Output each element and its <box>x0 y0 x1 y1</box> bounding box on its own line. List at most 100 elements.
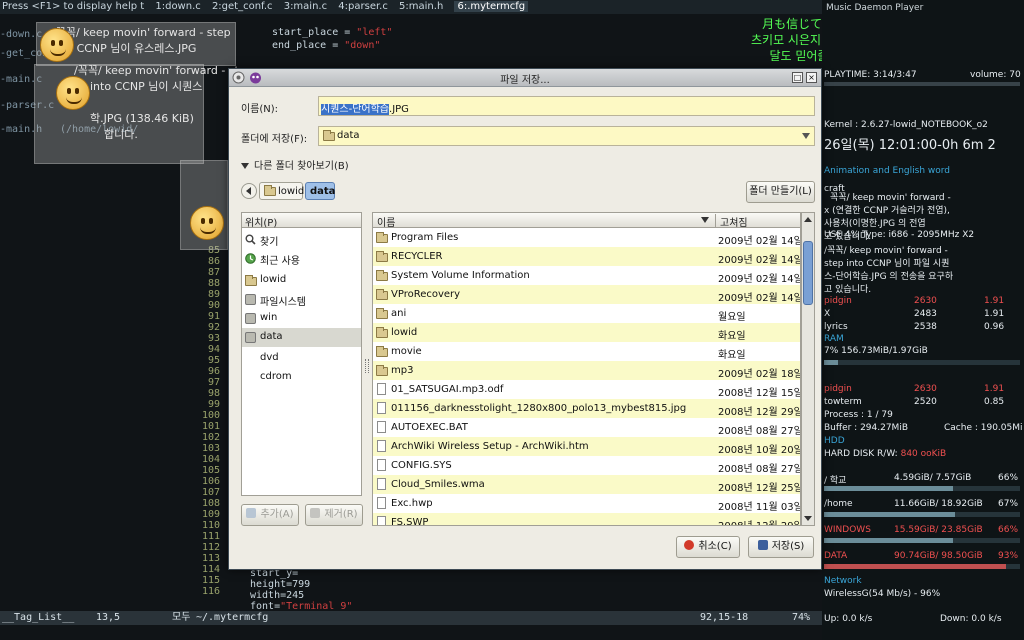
file-row[interactable]: Cloud_Smiles.wma 2008년 12월 25일 <box>373 475 800 494</box>
cancel-button[interactable]: 취소(C) <box>676 536 740 558</box>
file-name: mp3 <box>391 365 414 376</box>
add-place-button[interactable]: 추가(A) <box>241 504 299 526</box>
place-label: 최근 사용 <box>260 256 300 267</box>
file-name: lowid <box>391 327 418 338</box>
line-number: 108 <box>201 498 220 509</box>
file-name: ArchWiki Wireless Setup - ArchWiki.htm <box>391 441 589 452</box>
conky-msg: 스-단어학습.JPG 의 전송을 요구하 <box>824 272 954 282</box>
process-count: Process : 1 / 79 <box>824 410 893 420</box>
file-row[interactable]: ani 월요일 <box>373 304 800 323</box>
drive-icon <box>245 294 256 305</box>
file-modified: 화요일 <box>718 350 746 361</box>
place-label: 파일시스템 <box>260 297 306 308</box>
file-row[interactable]: 01_SATSUGAI.mp3.odf 2008년 12월 15일 <box>373 380 800 399</box>
place-recent[interactable]: 최근 사용 <box>242 249 361 268</box>
file-icon <box>377 459 386 471</box>
line-number: 98 <box>207 388 220 399</box>
vim-tab-main-h[interactable]: 5:main.h <box>399 1 443 12</box>
name-label: 이름(N): <box>241 104 279 115</box>
place-filesystem[interactable]: 파일시스템 <box>242 290 361 309</box>
file-row[interactable]: CONFIG.SYS 2008년 08월 27일 <box>373 456 800 475</box>
status-mode: 모두 <box>172 612 191 623</box>
file-row[interactable]: AUTOEXEC.BAT 2008년 08월 27일 <box>373 418 800 437</box>
dialog-titlebar[interactable]: 파일 저장... □ × <box>229 69 821 87</box>
plus-icon <box>246 508 257 518</box>
folder-icon <box>323 130 335 141</box>
vim-tab-main-c[interactable]: 3:main.c <box>284 1 327 12</box>
breadcrumb-data[interactable]: data <box>305 182 335 200</box>
save-button[interactable]: 저장(S) <box>748 536 814 558</box>
scroll-down-icon[interactable] <box>804 516 812 521</box>
line-number: 92 <box>207 322 220 333</box>
place-cdrom[interactable]: cdrom <box>242 368 361 387</box>
vim-tab-parser[interactable]: 4:parser.c <box>338 1 388 12</box>
file-row[interactable]: Program Files 2009년 02월 14일 <box>373 228 800 247</box>
place-search[interactable]: 찾기 <box>242 230 361 249</box>
line-number: 87 <box>207 267 220 278</box>
path-back-button[interactable] <box>241 183 257 199</box>
maximize-button[interactable]: □ <box>792 72 803 83</box>
folder-icon <box>376 308 388 319</box>
place-dvd[interactable]: dvd <box>242 349 361 368</box>
file-row[interactable]: lowid 화요일 <box>373 323 800 342</box>
remove-place-button[interactable]: 제거(R) <box>305 504 363 526</box>
place-data[interactable]: data <box>242 328 361 347</box>
code-line: end_place = "down" <box>272 40 381 51</box>
column-modified-header[interactable]: 고쳐짐 <box>715 214 748 229</box>
file-row[interactable]: movie 화요일 <box>373 342 800 361</box>
vim-tab-down[interactable]: 1:down.c <box>155 1 200 12</box>
scrollbar-thumb[interactable] <box>803 241 813 305</box>
file-row[interactable]: RECYCLER 2009년 02월 14일 <box>373 247 800 266</box>
create-folder-button[interactable]: 폴더 만들기(L) <box>746 181 815 203</box>
filename-input[interactable]: 시퀀스-단어학습.JPG <box>318 96 815 116</box>
file-row[interactable]: Exc.hwp 2008년 11월 03일 <box>373 494 800 513</box>
line-number: 95 <box>207 355 220 366</box>
breadcrumb-label: data <box>310 186 336 197</box>
file-name: 011156_darknesstolight_1280x800_polo13_m… <box>391 403 687 414</box>
vim-tab-get-conf[interactable]: 2:get_conf.c <box>212 1 273 12</box>
cpu-info: USE 4% Type: i686 - 2095MHz X2 <box>824 230 975 240</box>
file-icon <box>377 497 386 509</box>
disk-bar <box>824 538 1020 543</box>
vim-tab-mytermcfg[interactable]: 6:.mytermcfg <box>454 1 529 12</box>
process-value: 1.91 <box>984 309 1005 319</box>
download-speed: Down: 0.0 k/s <box>940 614 1002 624</box>
conky-panel: Music Daemon Player PLAYTIME: 3:14/3:47 … <box>822 0 1024 640</box>
line-number: 116 <box>201 586 220 597</box>
folder-icon <box>376 365 388 376</box>
file-name: AUTOEXEC.BAT <box>391 422 468 433</box>
vim-tab-help[interactable]: Press <F1> to display help t <box>2 1 144 12</box>
pane-resize-handle[interactable] <box>365 359 369 373</box>
volume: volume: 70 <box>970 70 1021 80</box>
breadcrumb-lowid[interactable]: lowid <box>259 182 304 200</box>
save-folder-combo[interactable]: data <box>318 126 815 146</box>
file-row[interactable]: 011156_darknesstolight_1280x800_polo13_m… <box>373 399 800 418</box>
file-row[interactable]: ArchWiki Wireless Setup - ArchWiki.htm 20… <box>373 437 800 456</box>
notification-text: into CCNP 님이 시퀀스 <box>90 80 203 93</box>
file-row[interactable]: mp3 2009년 02월 18일 <box>373 361 800 380</box>
status-percent: 74% <box>792 612 811 623</box>
conky-msg: x (연결한 CCNP 거슬러가 전엽), <box>824 206 950 216</box>
wireless-info: WirelessG(54 Mb/s) - 96% <box>824 589 941 599</box>
places-header[interactable]: 위치(P) <box>241 212 362 229</box>
filename-selection: 시퀀스-단어학습 <box>321 104 390 115</box>
close-button[interactable]: × <box>806 72 817 83</box>
file-modified: 화요일 <box>718 331 746 342</box>
status-pos-left: 13,5 <box>96 612 121 623</box>
column-name-header[interactable]: 이름 <box>377 214 395 229</box>
line-number: 94 <box>207 344 220 355</box>
place-win[interactable]: win <box>242 309 361 328</box>
browse-expander[interactable]: 다른 폴더 찾아보기(B) <box>241 157 349 172</box>
section-network: Network <box>824 576 862 586</box>
line-number: 112 <box>201 542 220 553</box>
file-row[interactable]: System Volume Information 2009년 02월 14일 <box>373 266 800 285</box>
file-list-scrollbar[interactable] <box>801 212 815 526</box>
place-lowid[interactable]: lowid <box>242 271 361 290</box>
file-icon <box>377 516 386 525</box>
scroll-up-icon[interactable] <box>804 217 812 222</box>
file-row[interactable]: VProRecovery 2009년 02월 14일 <box>373 285 800 304</box>
file-name: Program Files <box>391 232 459 243</box>
line-number: 113 <box>201 553 220 564</box>
file-row[interactable]: FS.SWP 2008년 12월 29일 <box>373 513 800 525</box>
vim-command-line[interactable] <box>0 625 822 640</box>
